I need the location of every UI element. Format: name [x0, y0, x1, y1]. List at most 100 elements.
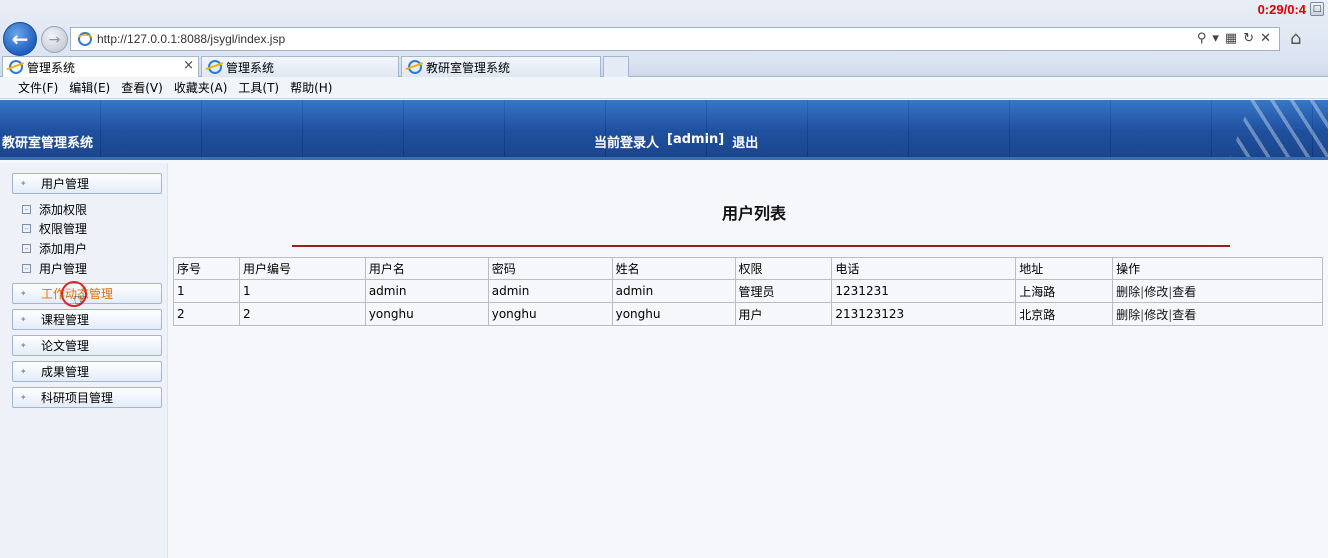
- cell-password: admin: [487, 279, 613, 303]
- cell-name: yonghu: [611, 302, 736, 326]
- menu-favorites[interactable]: 收藏夹(A): [174, 79, 228, 96]
- column-header: 权限: [734, 257, 833, 280]
- cell-address: 上海路: [1015, 279, 1114, 303]
- dropdown-icon[interactable]: ▾: [1212, 31, 1219, 46]
- cell-code: 1: [238, 279, 366, 303]
- view-link[interactable]: 查看: [1172, 308, 1196, 322]
- title-divider: [292, 245, 1230, 247]
- cell-address: 北京路: [1015, 302, 1114, 326]
- tab-1[interactable]: 管理系统 ×: [2, 56, 199, 77]
- recording-clock: 0:29/0:4: [1257, 1, 1306, 17]
- cell-role: 用户: [734, 302, 833, 326]
- cell-no: 2: [173, 302, 240, 326]
- menu-help[interactable]: 帮助(H): [290, 79, 332, 96]
- cell-password: yonghu: [487, 302, 613, 326]
- delete-link[interactable]: 删除: [1116, 285, 1140, 299]
- view-link[interactable]: 查看: [1172, 285, 1196, 299]
- sidebar-item-label: 权限管理: [39, 221, 88, 236]
- sidebar-group-label: 科研项目管理: [41, 391, 114, 405]
- table-row: 1 1 admin admin admin 管理员 1231231 上海路 删除…: [173, 279, 1323, 303]
- back-button[interactable]: ←: [3, 22, 37, 56]
- menu-view[interactable]: 查看(V): [121, 79, 163, 96]
- ie-icon: [9, 60, 23, 74]
- ie-icon: [208, 60, 222, 74]
- sidebar-group-courses[interactable]: ✦ 课程管理: [12, 309, 162, 330]
- stop-icon[interactable]: ✕: [1260, 31, 1271, 46]
- new-tab-button[interactable]: [603, 56, 629, 77]
- compat-icon[interactable]: ▦: [1225, 31, 1237, 46]
- sidebar-item-label: 添加权限: [39, 202, 88, 217]
- sidebar-item-add-permission[interactable]: – 添加权限: [22, 200, 87, 218]
- page-title: 用户列表: [722, 204, 787, 223]
- sidebar-group-label: 课程管理: [41, 313, 90, 327]
- app-header: 教研室管理系统 当前登录人 [admin] 退出: [0, 100, 1328, 160]
- menu-bar: 文件(F) 编辑(E) 查看(V) 收藏夹(A) 工具(T) 帮助(H): [0, 77, 1328, 99]
- hand-cursor-icon: ☞: [73, 290, 88, 309]
- sidebar: ✦ 用户管理 – 添加权限 – 权限管理 – 添加用户 – 用户管理 ✦ 工作动…: [0, 163, 168, 558]
- sidebar-item-user-management[interactable]: – 用户管理: [22, 259, 87, 277]
- search-icon[interactable]: ⚲: [1197, 31, 1207, 46]
- bullet-icon: ✦: [20, 315, 27, 324]
- column-header: 用户名: [364, 257, 489, 280]
- restore-icon[interactable]: □: [1310, 2, 1324, 16]
- main-content: 用户列表 序号 用户编号 用户名 密码 姓名 权限 电话 地址 操作 1 1 a…: [169, 163, 1328, 558]
- refresh-icon[interactable]: ↻: [1243, 31, 1254, 46]
- tab-3[interactable]: 教研室管理系统: [401, 56, 601, 77]
- back-arrow-icon: ←: [11, 27, 29, 51]
- menu-edit[interactable]: 编辑(E): [69, 79, 110, 96]
- edit-link[interactable]: 修改: [1144, 285, 1168, 299]
- sidebar-group-label: 论文管理: [41, 339, 90, 353]
- sidebar-item-permission-management[interactable]: – 权限管理: [22, 219, 87, 237]
- sidebar-group-label: 成果管理: [41, 365, 90, 379]
- cell-no: 1: [173, 279, 240, 303]
- login-label: 当前登录人: [594, 136, 660, 151]
- column-header: 用户编号: [238, 257, 366, 280]
- bullet-icon: ✦: [20, 179, 27, 188]
- sidebar-group-research-projects[interactable]: ✦ 科研项目管理: [12, 387, 162, 408]
- login-info: 当前登录人 [admin] 退出: [594, 132, 758, 151]
- address-url: http://127.0.0.1:8088/jsygl/index.jsp: [97, 32, 286, 46]
- forward-button[interactable]: →: [41, 26, 68, 53]
- forward-arrow-icon: →: [48, 31, 61, 48]
- sidebar-item-add-user[interactable]: – 添加用户: [22, 239, 87, 257]
- menu-file[interactable]: 文件(F): [18, 79, 58, 96]
- collapse-box-icon: –: [22, 204, 31, 214]
- sidebar-group-papers[interactable]: ✦ 论文管理: [12, 335, 162, 356]
- menu-tools[interactable]: 工具(T): [238, 79, 279, 96]
- cell-phone: 1231231: [831, 279, 1017, 303]
- address-tools: ⚲ ▾ ▦ ↻ ✕: [1197, 31, 1271, 46]
- collapse-box-icon: –: [22, 223, 31, 233]
- window-tray: 0:29/0:4 □: [1258, 0, 1324, 18]
- delete-link[interactable]: 删除: [1116, 308, 1140, 322]
- app-title: 教研室管理系统: [2, 136, 94, 151]
- login-user: [admin]: [667, 132, 725, 147]
- ie-icon: [77, 32, 93, 46]
- edit-link[interactable]: 修改: [1144, 308, 1168, 322]
- collapse-box-icon: –: [22, 243, 31, 253]
- sidebar-item-label: 用户管理: [39, 261, 88, 276]
- bullet-icon: ✦: [20, 367, 27, 376]
- close-icon[interactable]: ×: [183, 58, 194, 73]
- sidebar-group-users[interactable]: ✦ 用户管理: [12, 173, 162, 194]
- home-icon[interactable]: ⌂: [1290, 28, 1301, 49]
- tab-label: 管理系统: [226, 60, 275, 75]
- cell-username: admin: [364, 279, 489, 303]
- tab-2[interactable]: 管理系统: [201, 56, 399, 77]
- logout-link[interactable]: 退出: [732, 132, 758, 151]
- table-row: 2 2 yonghu yonghu yonghu 用户 213123123 北京…: [173, 302, 1323, 326]
- bullet-icon: ✦: [20, 289, 27, 298]
- column-header: 电话: [831, 257, 1017, 280]
- column-header: 地址: [1015, 257, 1114, 280]
- cell-phone: 213123123: [831, 302, 1017, 326]
- sidebar-group-achievements[interactable]: ✦ 成果管理: [12, 361, 162, 382]
- cell-role: 管理员: [734, 279, 833, 303]
- column-header: 序号: [173, 257, 240, 280]
- address-bar[interactable]: http://127.0.0.1:8088/jsygl/index.jsp ⚲ …: [70, 27, 1280, 51]
- column-header: 姓名: [611, 257, 736, 280]
- ie-icon: [408, 60, 422, 74]
- tab-label: 管理系统: [27, 60, 76, 75]
- sidebar-group-label: 用户管理: [41, 177, 90, 191]
- column-header: 密码: [487, 257, 613, 280]
- cell-username: yonghu: [364, 302, 489, 326]
- cell-code: 2: [238, 302, 366, 326]
